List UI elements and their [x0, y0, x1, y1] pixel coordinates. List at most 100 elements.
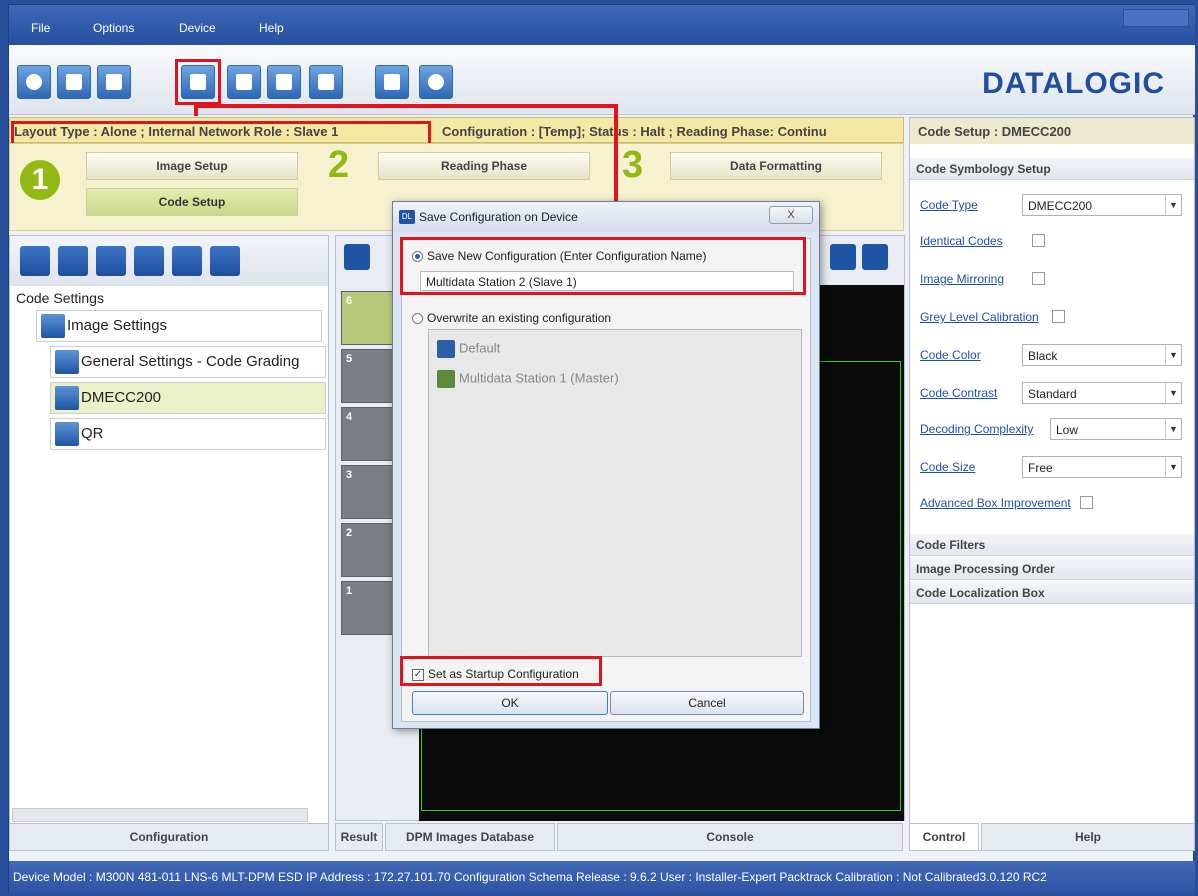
step-forward-icon[interactable] — [862, 244, 888, 270]
chevron-down-icon: ▼ — [1165, 195, 1181, 215]
dialog-app-icon: DL — [399, 210, 415, 224]
decoding-complexity-select[interactable]: Low ▼ — [1050, 418, 1182, 440]
section-code-symbology[interactable]: Code Symbology Setup — [910, 158, 1194, 180]
arrow-line — [194, 104, 618, 108]
image-icon — [41, 314, 65, 339]
thumbnail-2[interactable]: 2 — [341, 523, 397, 577]
connect-icon[interactable] — [17, 65, 51, 99]
menu-device[interactable]: Device — [179, 21, 216, 35]
code-color-label[interactable]: Code Color — [920, 348, 981, 362]
menu-bar: File Options Device Help — [9, 5, 1195, 45]
code-color-select[interactable]: Black ▼ — [1022, 344, 1182, 366]
image-setup-button[interactable]: Image Setup — [86, 152, 298, 180]
code-size-select[interactable]: Free ▼ — [1022, 456, 1182, 478]
highlight-save-button — [175, 59, 221, 105]
code-contrast-select[interactable]: Standard ▼ — [1022, 382, 1182, 404]
up-arrow-icon[interactable] — [344, 244, 370, 270]
identical-codes-label[interactable]: Identical Codes — [920, 234, 1003, 248]
barcode-icon[interactable] — [20, 246, 50, 276]
thumbnail-3[interactable]: 3 — [341, 465, 397, 519]
identical-codes-checkbox[interactable] — [1032, 234, 1045, 247]
datalogic-logo: DATALOGIC — [982, 67, 1165, 100]
code-setup-header: Code Setup : DMECC200 — [910, 118, 1194, 144]
export-icon[interactable] — [227, 65, 261, 99]
thumbnail-1[interactable]: 1 — [341, 581, 397, 635]
delete-icon[interactable] — [172, 246, 202, 276]
menu-file[interactable]: File — [31, 21, 50, 35]
step-2-badge: 2 — [328, 144, 350, 186]
dialog-body: Save New Configuration (Enter Configurat… — [401, 238, 811, 722]
datamatrix-icon[interactable] — [58, 246, 88, 276]
config-status: Configuration : [Temp]; Status : Halt ; … — [442, 124, 827, 139]
tab-configuration[interactable]: Configuration — [9, 823, 329, 851]
arrow-line — [614, 104, 618, 208]
grey-level-checkbox[interactable] — [1052, 310, 1065, 323]
ok-button[interactable]: OK — [412, 691, 608, 715]
qr-icon — [55, 422, 79, 447]
postal-icon[interactable] — [96, 246, 126, 276]
camera-icon[interactable] — [57, 65, 91, 99]
window-controls[interactable] — [1123, 9, 1189, 27]
dialog-title: Save Configuration on Device — [393, 202, 819, 232]
left-panel: Code Settings Image Settings General Set… — [9, 235, 329, 851]
existing-config-list[interactable]: Default Multidata Station 1 (Master) — [428, 329, 802, 657]
chevron-down-icon: ▼ — [1165, 419, 1181, 439]
right-panel: Code Setup : DMECC200 Code Symbology Set… — [909, 117, 1195, 851]
monitor-icon[interactable] — [309, 65, 343, 99]
list-item[interactable]: Multidata Station 1 (Master) — [437, 370, 619, 388]
code-type-label[interactable]: Code Type — [920, 198, 978, 212]
import-icon[interactable] — [267, 65, 301, 99]
highlight-save-new — [400, 237, 806, 295]
chevron-down-icon: ▼ — [1165, 457, 1181, 477]
image-mirroring-label[interactable]: Image Mirroring — [920, 272, 1004, 286]
tab-dpm-images[interactable]: DPM Images Database — [385, 823, 555, 851]
config-icon — [437, 340, 455, 358]
section-code-localization-box[interactable]: Code Localization Box — [910, 582, 1194, 604]
thumbnail-4[interactable]: 4 — [341, 407, 397, 461]
datamatrix-icon — [55, 386, 79, 411]
autolearn-icon[interactable] — [210, 246, 240, 276]
reading-phase-button[interactable]: Reading Phase — [378, 152, 590, 180]
code-size-label[interactable]: Code Size — [920, 460, 975, 474]
target-icon[interactable] — [419, 65, 453, 99]
tab-control[interactable]: Control — [909, 823, 979, 851]
horizontal-scrollbar[interactable] — [12, 808, 308, 822]
decoding-complexity-label[interactable]: Decoding Complexity — [920, 422, 1033, 436]
statistics-icon[interactable] — [375, 65, 409, 99]
tab-console[interactable]: Console — [557, 823, 903, 851]
code-type-select[interactable]: DMECC200 ▼ — [1022, 194, 1182, 216]
data-formatting-button[interactable]: Data Formatting — [670, 152, 882, 180]
advanced-box-label[interactable]: Advanced Box Improvement — [920, 496, 1071, 510]
left-toolbar — [10, 236, 328, 286]
highlight-startup — [400, 656, 602, 686]
grey-level-label[interactable]: Grey Level Calibration — [920, 310, 1039, 324]
image-mirroring-checkbox[interactable] — [1032, 272, 1045, 285]
device-info-bar: Device Model : M300N 481-011 LNS-6 MLT-D… — [9, 861, 1195, 893]
tree-item-qr[interactable]: QR — [50, 418, 326, 450]
wrench-icon — [55, 350, 79, 375]
list-item[interactable]: Default — [437, 340, 500, 358]
code-setup-button[interactable]: Code Setup — [86, 188, 298, 216]
menu-options[interactable]: Options — [93, 21, 134, 35]
receive-config-icon[interactable] — [97, 65, 131, 99]
tab-help[interactable]: Help — [981, 823, 1195, 851]
thumbnail-5[interactable]: 5 — [341, 349, 397, 403]
thumbnail-6[interactable]: 6 — [341, 291, 397, 345]
close-icon[interactable]: X — [769, 206, 813, 224]
radio-unselected-icon — [412, 313, 423, 325]
play-icon[interactable] — [830, 244, 856, 270]
cancel-button[interactable]: Cancel — [610, 691, 804, 715]
tree-item-image-settings[interactable]: Image Settings — [36, 310, 322, 342]
tree-root[interactable]: Code Settings — [16, 290, 104, 306]
section-image-processing-order[interactable]: Image Processing Order — [910, 558, 1194, 580]
code-contrast-label[interactable]: Code Contrast — [920, 386, 997, 400]
tree-item-dmecc200[interactable]: DMECC200 — [50, 382, 326, 414]
overwrite-radio[interactable]: Overwrite an existing configuration — [412, 311, 611, 325]
chevron-down-icon: ▼ — [1165, 383, 1181, 403]
section-code-filters[interactable]: Code Filters — [910, 534, 1194, 556]
tab-result[interactable]: Result — [335, 823, 383, 851]
menu-help[interactable]: Help — [259, 21, 284, 35]
tree-item-general-settings[interactable]: General Settings - Code Grading — [50, 346, 326, 378]
advanced-box-checkbox[interactable] — [1080, 496, 1093, 509]
filter-icon[interactable] — [134, 246, 164, 276]
